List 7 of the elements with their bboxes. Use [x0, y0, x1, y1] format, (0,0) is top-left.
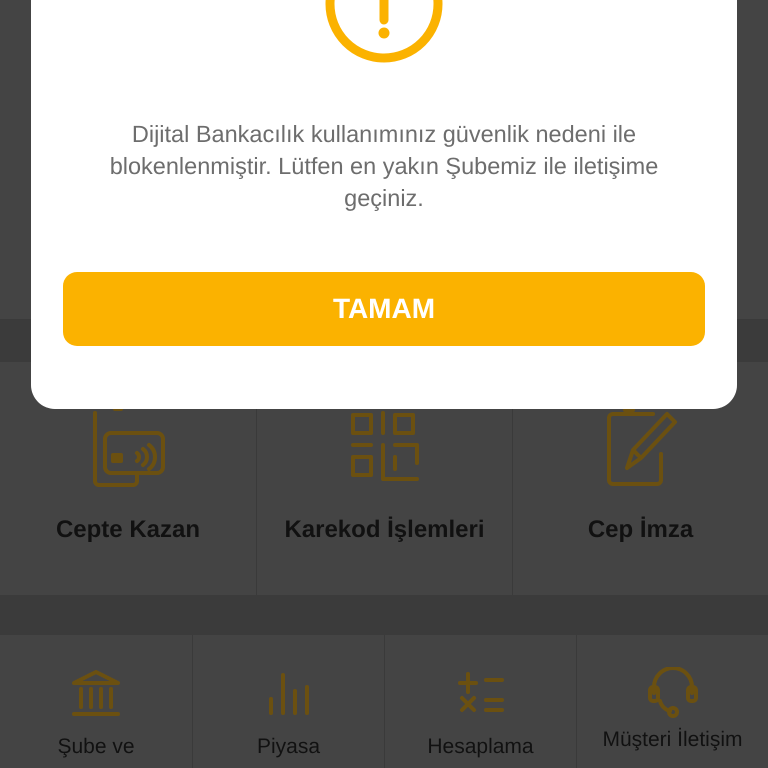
- math-symbols-icon: [458, 672, 504, 714]
- bar-chart-icon: [266, 671, 310, 715]
- dialog-message: Dijital Bankacılık kullanımınız güvenlik nedeni ile blokenlenmiştir. Lütfen en yakın Şubemiz ile iletişime geçiniz.: [108, 120, 660, 213]
- ok-button[interactable]: TAMAM: [63, 272, 705, 346]
- headset-icon: [646, 667, 700, 719]
- bank-icon: [71, 669, 121, 717]
- qr-code-icon: [348, 411, 420, 483]
